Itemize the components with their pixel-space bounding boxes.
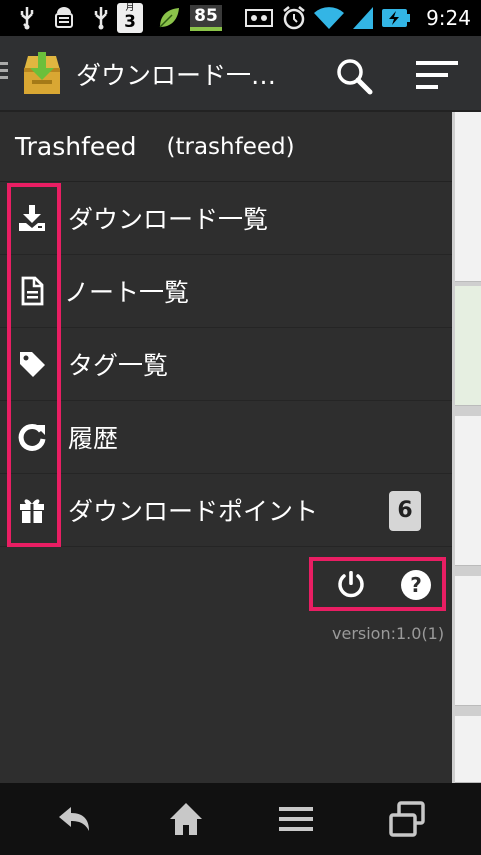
status-bar: 月 3 85 9:24 bbox=[0, 0, 481, 36]
menu-item-label: タグ一覧 bbox=[68, 351, 169, 380]
menu-item-tag-list[interactable]: タグ一覧 bbox=[0, 328, 452, 401]
app-version: version:1.0(1) bbox=[332, 624, 445, 643]
background-card bbox=[455, 112, 481, 282]
app-logo-icon[interactable] bbox=[18, 50, 66, 98]
search-icon[interactable] bbox=[334, 56, 374, 96]
menu-icon[interactable] bbox=[276, 799, 316, 839]
system-navigation-bar bbox=[0, 783, 481, 855]
footer-actions-highlight bbox=[309, 557, 446, 611]
action-bar: ダウンロード一… bbox=[0, 36, 481, 112]
user-name: Trashfeed bbox=[15, 132, 137, 161]
page-title: ダウンロード一… bbox=[76, 61, 277, 90]
background-card bbox=[455, 716, 481, 783]
background-card bbox=[455, 416, 481, 566]
home-icon[interactable] bbox=[166, 799, 206, 839]
back-icon[interactable] bbox=[55, 799, 95, 839]
drawer-indicator-icon[interactable] bbox=[0, 62, 8, 86]
background-card bbox=[455, 576, 481, 706]
voicemail-icon bbox=[244, 4, 274, 32]
menu-item-label: ダウンロード一覧 bbox=[68, 205, 269, 234]
menu-item-label: ノート一覧 bbox=[64, 278, 190, 307]
account-id: (trashfeed) bbox=[166, 133, 295, 160]
calendar-icon: 月 3 bbox=[117, 3, 143, 33]
menu-item-download-points[interactable]: ダウンロードポイント 6 bbox=[0, 474, 452, 547]
icon-column-highlight bbox=[7, 183, 61, 547]
battery-level-icon: 85 bbox=[190, 5, 222, 31]
alarm-icon bbox=[280, 4, 308, 32]
background-card bbox=[455, 286, 481, 406]
overflow-menu-icon[interactable] bbox=[414, 58, 460, 92]
points-badge: 6 bbox=[389, 491, 421, 531]
menu-item-label: ダウンロードポイント bbox=[68, 497, 319, 526]
recent-apps-icon[interactable] bbox=[387, 799, 427, 839]
android-debug-icon bbox=[50, 4, 78, 32]
usb-icon bbox=[88, 4, 114, 32]
clock: 9:24 bbox=[426, 6, 471, 30]
menu-item-note-list[interactable]: ノート一覧 bbox=[0, 255, 452, 328]
calendar-day: 3 bbox=[124, 12, 136, 32]
battery-charging-icon bbox=[380, 4, 412, 32]
drawer-header: Trashfeed (trashfeed) bbox=[0, 112, 452, 182]
wifi-icon bbox=[312, 4, 346, 32]
menu-item-download-list[interactable]: ダウンロード一覧 bbox=[0, 182, 452, 255]
usb-icon bbox=[14, 4, 40, 32]
leaf-icon bbox=[154, 4, 184, 32]
signal-icon bbox=[350, 4, 376, 32]
menu-item-label: 履歴 bbox=[68, 424, 119, 453]
navigation-drawer: Trashfeed (trashfeed) ダウンロード一覧 ノート一覧 タグ一… bbox=[0, 112, 452, 783]
menu-item-history[interactable]: 履歴 bbox=[0, 401, 452, 474]
